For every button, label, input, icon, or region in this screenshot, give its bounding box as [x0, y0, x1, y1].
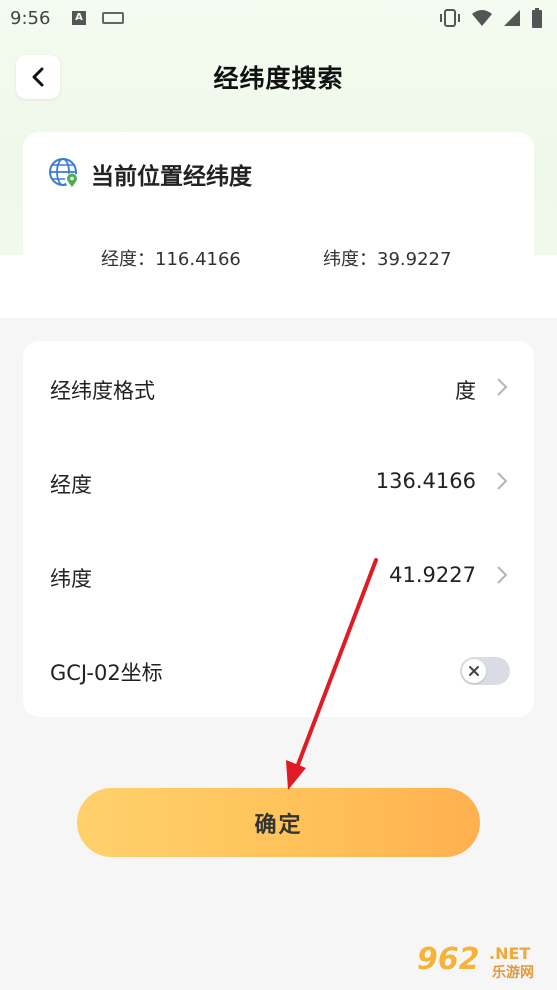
status-time: 9:56	[10, 8, 51, 29]
row-gcj02: GCJ-02坐标	[23, 623, 534, 717]
chevron-right-icon	[497, 472, 508, 490]
confirm-label: 确定	[254, 812, 303, 838]
row-coordinate-format[interactable]: 经纬度格式 度	[23, 341, 534, 435]
gcj02-toggle[interactable]	[460, 657, 510, 685]
row-label: GCJ-02坐标	[50, 661, 163, 685]
row-value: 41.9227	[389, 563, 476, 587]
close-icon	[469, 666, 479, 676]
status-bar: 9:56 A	[0, 0, 557, 38]
globe-location-icon	[49, 158, 79, 187]
current-latitude: 纬度：39.9227	[323, 249, 452, 270]
row-value: 136.4166	[375, 469, 476, 493]
watermark-main: 962	[417, 942, 480, 977]
settings-card: 经纬度格式 度 经度 136.4166 纬度 41.9227 GCJ-02坐标	[23, 341, 534, 717]
vibrate-icon	[439, 8, 461, 32]
location-card-bottom	[0, 255, 557, 318]
wifi-icon	[471, 9, 493, 31]
signal-icon	[503, 9, 521, 31]
chevron-right-icon	[497, 378, 508, 396]
row-value: 度	[455, 379, 476, 403]
battery-icon	[531, 8, 543, 32]
row-label: 经纬度格式	[50, 379, 155, 403]
watermark-logo: 962 .NET 乐游网	[417, 942, 547, 982]
page-title: 经纬度搜索	[213, 64, 344, 93]
chevron-right-icon	[497, 566, 508, 584]
location-card-title: 当前位置经纬度	[91, 164, 252, 190]
watermark-suffix: .NET	[489, 944, 531, 963]
keyboard-icon	[102, 12, 124, 24]
toggle-knob	[462, 659, 486, 683]
row-label: 经度	[50, 473, 92, 497]
current-location-card: 当前位置经纬度 经度：116.4166 纬度：39.9227	[23, 132, 534, 270]
watermark-sub: 乐游网	[492, 965, 534, 981]
current-longitude: 经度：116.4166	[101, 249, 241, 270]
notification-a-icon: A	[72, 11, 86, 25]
row-longitude[interactable]: 经度 136.4166	[23, 435, 534, 529]
confirm-button[interactable]: 确定	[77, 788, 480, 857]
row-latitude[interactable]: 纬度 41.9227	[23, 529, 534, 623]
row-label: 纬度	[50, 567, 92, 591]
